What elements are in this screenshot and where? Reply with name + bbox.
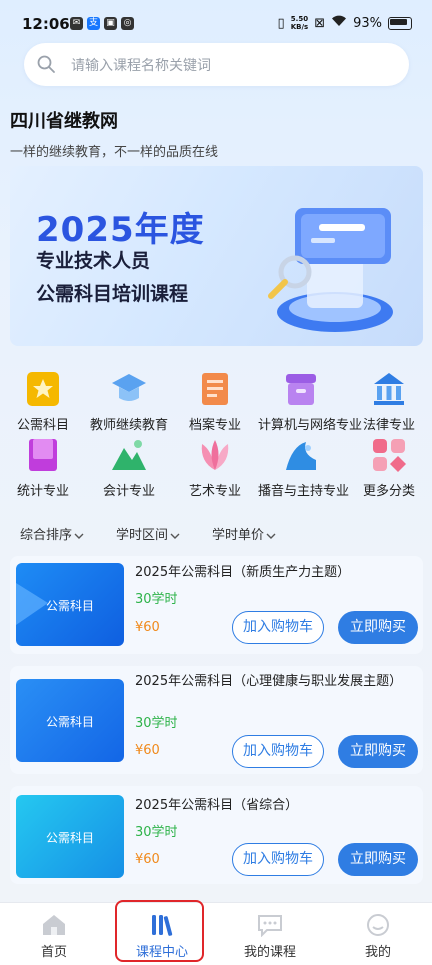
category-accounting[interactable]: 会计专业: [86, 436, 172, 499]
status-time: 12:06: [22, 15, 70, 33]
buy-now-button[interactable]: 立即购买: [338, 843, 418, 876]
category-label: 计算机与网络专业: [258, 418, 363, 433]
site-slogan: 一样的继续教育，不一样的品质在线: [10, 145, 219, 160]
battery-icon: [388, 16, 412, 30]
course-hours: 30学时: [135, 592, 178, 607]
chat-bubble-icon: [258, 915, 282, 937]
buy-now-button[interactable]: 立即购买: [338, 611, 418, 644]
site-title: 四川省继教网: [10, 111, 118, 132]
status-bar: 12:06 ✉ 支 ▣ ◎ ▯ 5.50 KB/s ⊠ 93%: [0, 0, 432, 46]
course-hours: 30学时: [135, 825, 178, 840]
home-icon: [43, 915, 65, 935]
course-price: ¥60: [135, 620, 160, 635]
tab-home[interactable]: 首页: [0, 903, 108, 965]
category-label: 播音与主持专业: [258, 484, 350, 499]
grid-more-icon: [373, 439, 406, 472]
alipay-icon: 支: [87, 17, 100, 30]
chevron-down-icon: [74, 533, 84, 539]
search-icon: [36, 54, 56, 78]
tab-label: 我的课程: [243, 945, 296, 960]
star-badge-icon: [27, 372, 59, 406]
category-archives[interactable]: 档案专业: [172, 370, 258, 433]
tab-label: 首页: [40, 945, 67, 960]
course-title: 2025年公需科目（省综合）: [135, 798, 299, 813]
category-label: 会计专业: [102, 484, 155, 499]
tab-me[interactable]: 我的: [324, 903, 432, 965]
graduation-cap-icon: [112, 374, 146, 401]
banner-line2: 公需科目培训课程: [36, 283, 189, 305]
category-label: 统计专业: [16, 484, 69, 499]
wifi-icon: [331, 15, 347, 31]
add-to-cart-button[interactable]: 加入购物车: [232, 735, 324, 768]
course-title: 2025年公需科目（新质生产力主题）: [135, 565, 351, 580]
course-thumbnail: 公需科目: [16, 563, 124, 646]
category-more[interactable]: 更多分类: [346, 436, 432, 499]
category-label: 艺术专业: [188, 484, 241, 499]
course-card[interactable]: 公需科目 2025年公需科目（心理健康与职业发展主题） 30学时 ¥60 加入购…: [10, 666, 423, 774]
mountain-icon: [112, 440, 146, 470]
app-icon: ◎: [121, 17, 134, 30]
smiley-icon: [367, 914, 389, 936]
no-sim-icon: ⊠: [314, 15, 326, 31]
tab-label: 课程中心: [135, 945, 188, 960]
scroll-icon: [202, 373, 228, 405]
folder-icon: [29, 439, 57, 471]
course-title: 2025年公需科目（心理健康与职业发展主题）: [135, 674, 403, 689]
category-label: 档案专业: [188, 418, 241, 433]
tab-course-center[interactable]: 课程中心: [108, 903, 216, 965]
notification-icons: ✉ 支 ▣ ◎: [70, 17, 134, 30]
courthouse-icon: [374, 373, 404, 405]
promo-banner[interactable]: 2025年度 专业技术人员 公需科目培训课程: [10, 166, 423, 346]
category-computer-network[interactable]: 计算机与网络专业: [258, 370, 363, 433]
bottom-tab-bar: 首页 课程中心 我的课程 我的: [0, 902, 432, 965]
chevron-down-icon: [170, 533, 180, 539]
vibrate-icon: ▯: [277, 15, 285, 31]
course-thumbnail: 公需科目: [16, 679, 124, 762]
category-teacher-education[interactable]: 教师继续教育: [86, 370, 172, 433]
message-icon: ✉: [70, 17, 83, 30]
course-price: ¥60: [135, 852, 160, 867]
thumbnail-label: 公需科目: [45, 831, 94, 845]
course-thumbnail: 公需科目: [16, 795, 124, 878]
category-statistics[interactable]: 统计专业: [0, 436, 86, 499]
course-price: ¥60: [135, 743, 160, 758]
search-input[interactable]: 请输入课程名称关键词: [24, 43, 409, 86]
add-to-cart-button[interactable]: 加入购物车: [232, 611, 324, 644]
filter-sort[interactable]: 综合排序: [20, 524, 84, 543]
course-hours: 30学时: [135, 716, 178, 731]
status-right: ▯ 5.50 KB/s ⊠ 93%: [278, 15, 412, 31]
lotus-icon: [201, 440, 229, 470]
microphone-wave-icon: [286, 442, 316, 470]
course-card[interactable]: 公需科目 2025年公需科目（新质生产力主题） 30学时 ¥60 加入购物车 立…: [10, 556, 423, 654]
thumbnail-label: 公需科目: [45, 599, 94, 613]
category-public-subjects[interactable]: 公需科目: [0, 370, 86, 433]
category-label: 更多分类: [362, 484, 415, 499]
category-label: 公需科目: [16, 418, 69, 433]
archive-box-icon: [286, 374, 316, 405]
search-placeholder: 请输入课程名称关键词: [71, 58, 211, 74]
banner-illustration: [268, 208, 393, 332]
banner-line1: 专业技术人员: [36, 250, 151, 272]
chevron-down-icon: [266, 533, 276, 539]
banner-year: 2025年度: [36, 210, 205, 250]
tab-my-courses[interactable]: 我的课程: [216, 903, 324, 965]
category-broadcasting[interactable]: 播音与主持专业: [258, 436, 350, 499]
buy-now-button[interactable]: 立即购买: [338, 735, 418, 768]
add-to-cart-button[interactable]: 加入购物车: [232, 843, 324, 876]
thumbnail-label: 公需科目: [45, 715, 94, 729]
category-label: 法律专业: [362, 418, 415, 433]
category-label: 教师继续教育: [89, 418, 168, 433]
filter-hours-range[interactable]: 学时区间: [116, 524, 180, 543]
books-icon: [152, 915, 173, 936]
category-law[interactable]: 法律专业: [346, 370, 432, 433]
tab-label: 我的: [364, 945, 391, 960]
app-icon: ▣: [104, 17, 117, 30]
filter-hour-price[interactable]: 学时单价: [212, 524, 276, 543]
course-card[interactable]: 公需科目 2025年公需科目（省综合） 30学时 ¥60 加入购物车 立即购买: [10, 786, 423, 884]
battery-percent: 93%: [353, 15, 382, 31]
category-art[interactable]: 艺术专业: [172, 436, 258, 499]
network-speed: 5.50 KB/s: [290, 15, 309, 31]
